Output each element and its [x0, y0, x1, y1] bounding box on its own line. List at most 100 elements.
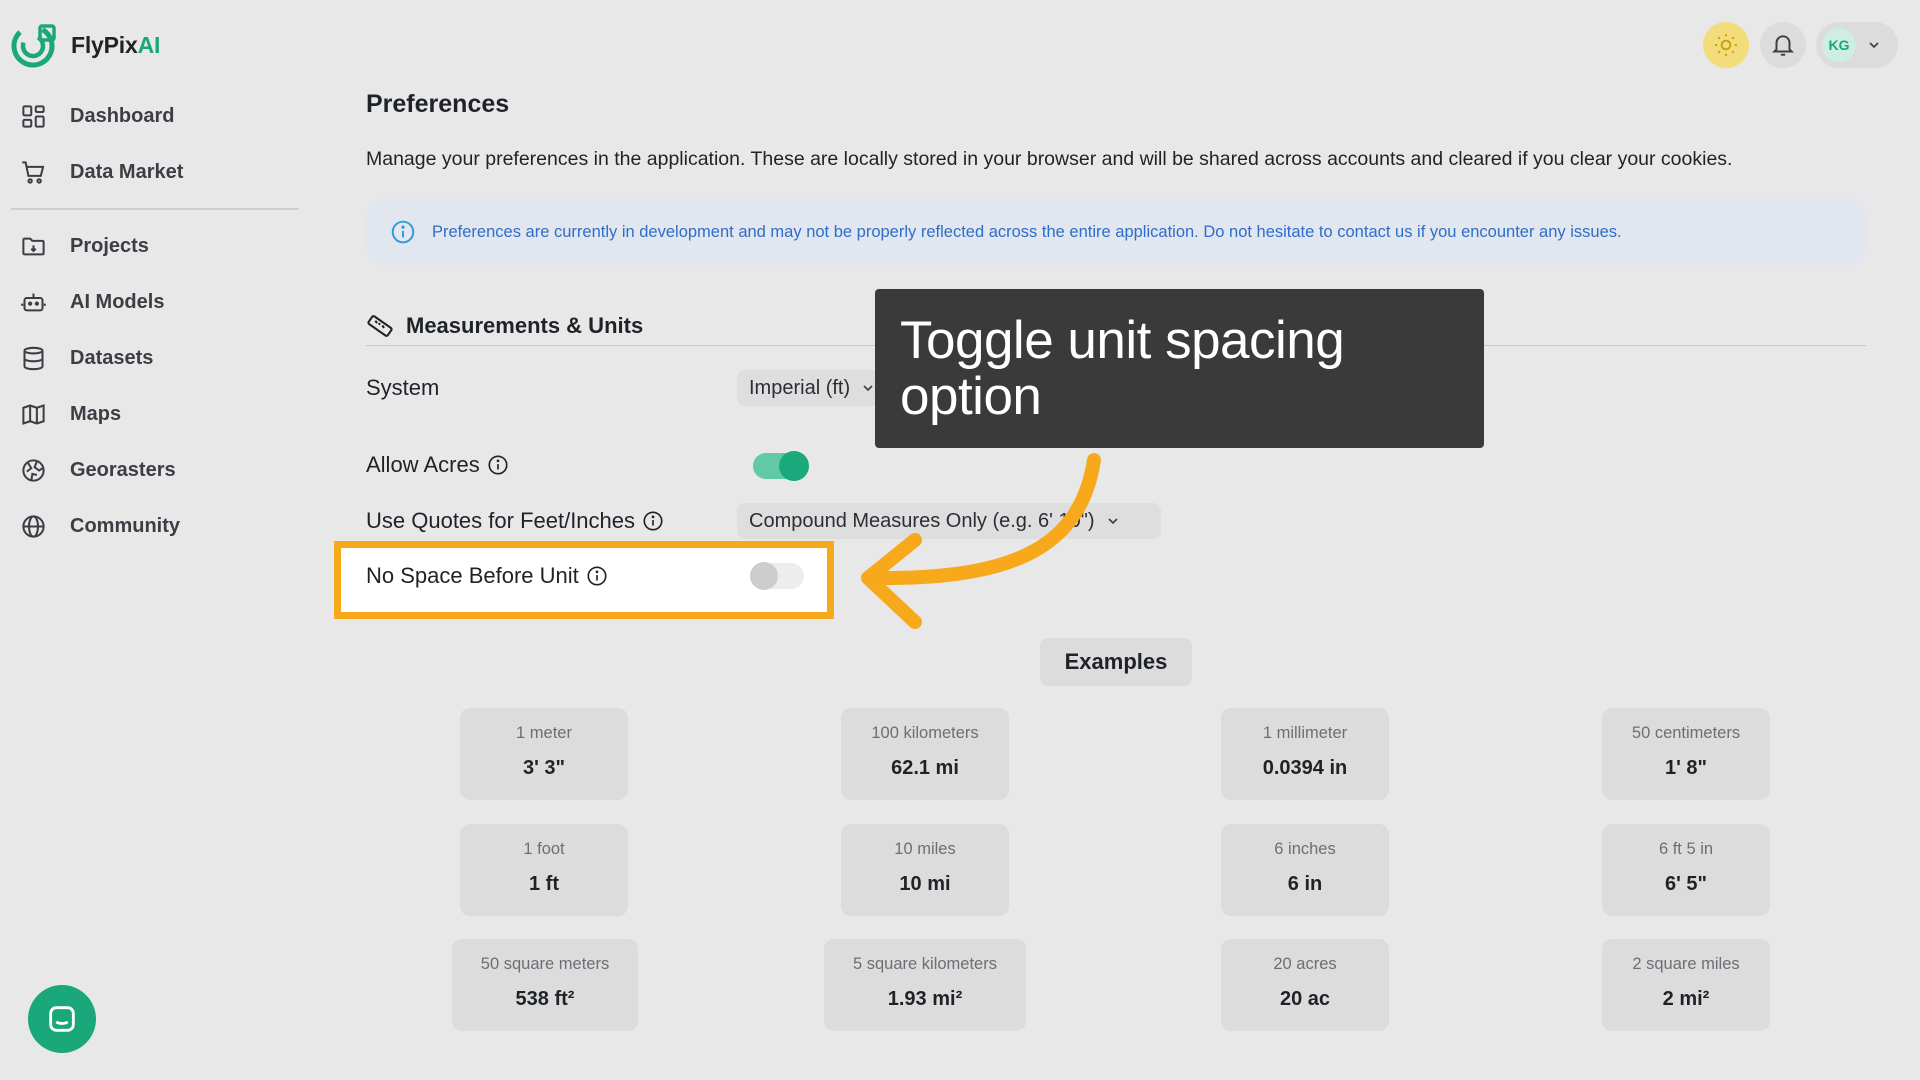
- system-label: System: [366, 375, 439, 401]
- flypix-logo-icon: [11, 24, 56, 68]
- measurements-section-header: Measurements & Units: [366, 312, 643, 340]
- user-menu-button[interactable]: KG: [1816, 22, 1898, 68]
- example-card: 6 ft 5 in 6' 5": [1602, 824, 1770, 916]
- example-output: 0.0394 in: [1262, 757, 1348, 779]
- annotation-arrow: [861, 453, 1101, 629]
- page-description: Manage your preferences in the applicati…: [366, 148, 1733, 170]
- annotation-tooltip: Toggle unit spacing option: [875, 289, 1484, 448]
- dashboard-icon: [22, 104, 45, 128]
- info-icon[interactable]: [487, 454, 509, 476]
- example-output: 6' 5": [1664, 873, 1708, 895]
- app-name: FlyPixAI: [71, 31, 161, 58]
- sidebar-item-label: Data Market: [70, 160, 184, 183]
- example-input: 2 square miles: [1632, 955, 1740, 973]
- globe-grid-icon: [22, 458, 45, 482]
- example-card: 1 millimeter 0.0394 in: [1221, 708, 1389, 800]
- info-icon[interactable]: [642, 510, 664, 532]
- map-icon: [22, 403, 45, 425]
- sidebar-item-maps[interactable]: Maps: [20, 396, 121, 432]
- chevron-down-icon: [1869, 42, 1879, 49]
- sidebar-item-label: Maps: [70, 402, 122, 425]
- sidebar-item-label: Dashboard: [70, 104, 175, 127]
- allow-acres-label-text: Allow Acres: [366, 452, 480, 477]
- example-output: 538 ft²: [515, 988, 575, 1010]
- example-card: 6 inches 6 in: [1221, 824, 1389, 916]
- sidebar-item-data-market[interactable]: Data Market: [20, 154, 183, 190]
- example-output: 1.93 mi²: [887, 988, 963, 1010]
- no-space-label: No Space Before Unit: [366, 563, 608, 589]
- app-logo[interactable]: FlyPixAI: [10, 20, 160, 70]
- quotes-label-text: Use Quotes for Feet/Inches: [366, 508, 636, 533]
- sidebar-item-label: Projects: [70, 234, 149, 257]
- page-title: Preferences: [366, 90, 510, 118]
- sun-icon: [1715, 34, 1737, 56]
- toggle-knob: [750, 562, 778, 590]
- example-input: 6 ft 5 in: [1658, 840, 1714, 858]
- example-output: 62.1 mi: [891, 757, 959, 779]
- robot-icon: [21, 293, 46, 311]
- annotation-tooltip-text: Toggle unit spacing option: [900, 311, 1345, 426]
- chat-icon: [49, 1006, 75, 1032]
- database-icon: [23, 346, 44, 370]
- sidebar-item-label: AI Models: [70, 290, 165, 313]
- example-input: 1 millimeter: [1262, 724, 1348, 742]
- info-notice: Preferences are currently in development…: [366, 198, 1866, 266]
- sidebar-item-label: Community: [70, 514, 180, 537]
- system-select-value: Imperial (ft): [749, 376, 851, 399]
- quotes-label: Use Quotes for Feet/Inches: [366, 508, 664, 534]
- example-card: 5 square kilometers 1.93 mi²: [824, 939, 1026, 1031]
- cart-icon: [22, 160, 45, 184]
- sidebar-item-georasters[interactable]: Georasters: [20, 452, 176, 488]
- example-output: 10 mi: [899, 873, 951, 895]
- theme-toggle-button[interactable]: [1703, 22, 1749, 68]
- bell-icon: [1771, 35, 1795, 56]
- example-card: 1 meter 3' 3": [460, 708, 628, 800]
- example-input: 100 kilometers: [871, 724, 979, 742]
- no-space-toggle[interactable]: [750, 562, 804, 590]
- example-input: 5 square kilometers: [853, 955, 997, 973]
- sidebar-item-projects[interactable]: Projects: [20, 228, 149, 264]
- allow-acres-toggle[interactable]: [753, 451, 809, 481]
- example-output: 1 ft: [529, 873, 559, 895]
- example-input: 50 centimeters: [1631, 724, 1741, 742]
- example-output: 6 in: [1287, 873, 1323, 895]
- info-notice-text: Preferences are currently in development…: [432, 222, 1622, 241]
- example-card: 20 acres 20 ac: [1221, 939, 1389, 1031]
- system-label-text: System: [366, 375, 440, 400]
- example-output: 3' 3": [522, 757, 566, 779]
- example-card: 50 centimeters 1' 8": [1602, 708, 1770, 800]
- toggle-knob: [779, 451, 809, 481]
- info-icon[interactable]: [586, 565, 608, 587]
- example-card: 100 kilometers 62.1 mi: [841, 708, 1009, 800]
- example-output: 20 ac: [1279, 988, 1331, 1010]
- no-space-label-text: No Space Before Unit: [366, 563, 579, 588]
- notifications-button[interactable]: [1760, 22, 1806, 68]
- chat-launcher-button[interactable]: [28, 985, 96, 1053]
- globe-icon: [22, 514, 45, 538]
- example-input: 1 meter: [516, 724, 572, 742]
- sidebar-item-label: Georasters: [70, 458, 176, 481]
- example-input: 10 miles: [894, 840, 956, 858]
- example-card: 50 square meters 538 ft²: [452, 939, 638, 1031]
- sidebar-item-community[interactable]: Community: [20, 508, 180, 544]
- examples-header: Examples: [1040, 638, 1192, 686]
- example-output: 1' 8": [1664, 757, 1708, 779]
- chevron-down-icon: [863, 385, 873, 392]
- sidebar-item-label: Datasets: [70, 346, 154, 369]
- allow-acres-label: Allow Acres: [366, 452, 509, 478]
- example-input: 20 acres: [1273, 955, 1337, 973]
- info-icon: [391, 220, 415, 244]
- sidebar-item-dashboard[interactable]: Dashboard: [20, 98, 174, 134]
- ruler-icon: [367, 315, 393, 337]
- section-title: Measurements & Units: [406, 313, 644, 338]
- example-input: 1 foot: [523, 840, 565, 858]
- example-output: 2 mi²: [1662, 988, 1710, 1010]
- folder-icon: [22, 237, 45, 255]
- example-card: 10 miles 10 mi: [841, 824, 1009, 916]
- avatar: KG: [1822, 28, 1856, 62]
- sidebar-item-ai-models[interactable]: AI Models: [20, 284, 164, 320]
- example-card: 1 foot 1 ft: [460, 824, 628, 916]
- example-input: 50 square meters: [480, 955, 610, 973]
- example-input: 6 inches: [1274, 840, 1336, 858]
- sidebar-item-datasets[interactable]: Datasets: [20, 340, 153, 376]
